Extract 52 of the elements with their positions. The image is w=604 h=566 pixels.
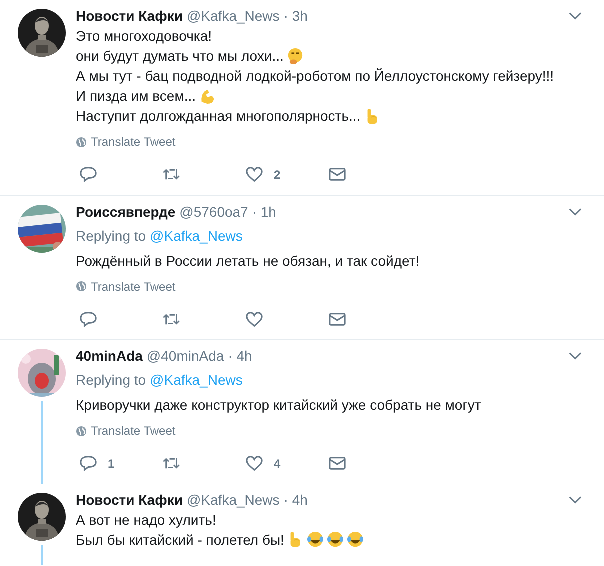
tweet-text: Криворучки даже конструктор китайский уже собрать не могут [76,396,482,415]
globe-icon [76,136,87,148]
chevron-down-icon[interactable] [569,12,582,20]
replying-label: Replying to [76,228,146,244]
author-name[interactable]: Новости Кафки [76,8,183,24]
translate-link[interactable]: Translate Tweet [76,424,176,438]
tweet-text: А мы тут - бац подводной лодкой-роботом по Йеллоустонскому гейзеру!!! [76,67,554,86]
author-handle[interactable]: @5760oa7 [180,204,248,220]
chevron-down-icon[interactable] [569,208,582,216]
like-count: 2 [274,168,281,182]
author-handle[interactable]: @Kafka_News [186,8,280,24]
mention-link[interactable]: @Kafka_News [150,372,243,388]
tweet-text: Наступит долгожданная многополярность... [76,107,361,126]
globe-icon [76,281,87,292]
tweet-text: Был бы китайский - полетел бы! [76,530,284,550]
chevron-down-icon[interactable] [569,496,582,504]
flexed-arm-icon [199,88,216,104]
replying-label: Replying to [76,372,146,388]
heart-icon[interactable] [245,455,264,472]
tweet-text: Рождённый в России летать не обязан, и так сойдет! [76,252,420,270]
mail-icon[interactable] [328,166,347,183]
mention-link[interactable]: @Kafka_News [150,228,243,244]
author-name[interactable]: 40minAda [76,348,143,364]
author-name[interactable]: Новости Кафки [76,492,183,508]
tweet-text: А вот не надо хулить! [76,510,216,530]
reply-icon[interactable] [79,310,98,328]
tweet-time[interactable]: · 4h [284,492,308,508]
mail-icon[interactable] [328,455,347,472]
author-handle[interactable]: @40minAda [146,348,224,364]
tweet-time[interactable]: · 1h [252,204,276,220]
laughing-emoji-icon [347,531,364,548]
tweet-text: И пизда им всем... [76,87,196,106]
reply-icon[interactable] [79,166,98,183]
tweet-text: Это многоходовочка! [76,27,212,46]
author-handle[interactable]: @Kafka_News [186,492,280,508]
globe-icon [76,426,87,436]
like-count: 4 [274,456,281,470]
author-name[interactable]: Роиссявперде [76,204,176,220]
laughing-emoji-icon [307,531,324,548]
tweet-text: они будут думать что мы лохи... [76,47,284,66]
tweet-time[interactable]: · 4h [228,348,252,364]
heart-icon[interactable] [245,310,264,328]
reply-count: 1 [108,456,115,470]
heart-icon[interactable] [245,166,264,183]
tweet-time[interactable]: · 3h [284,8,308,24]
reply-icon[interactable] [79,455,98,472]
thinking-emoji-icon [286,48,304,64]
translate-link[interactable]: Translate Tweet [76,280,176,294]
mail-icon[interactable] [328,310,347,328]
translate-link[interactable]: Translate Tweet [76,135,176,149]
laughing-emoji-icon [327,531,344,548]
chevron-down-icon[interactable] [569,352,582,360]
